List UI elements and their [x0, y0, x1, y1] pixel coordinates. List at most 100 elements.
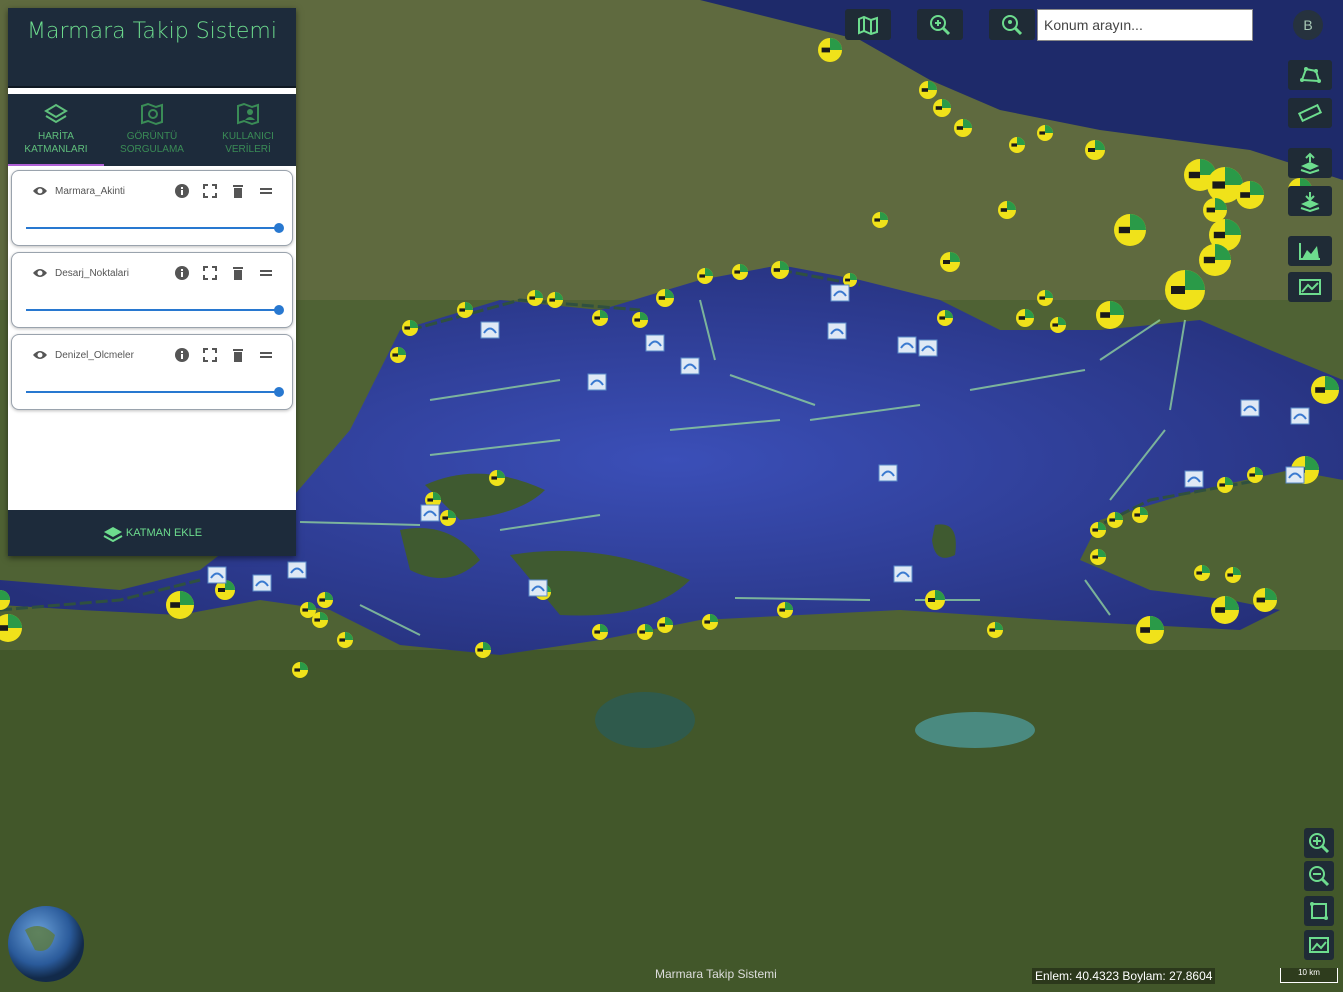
overview-icon [1309, 937, 1329, 953]
marker-slice [659, 623, 665, 627]
marker-slice [845, 278, 850, 282]
search-input[interactable] [1037, 9, 1253, 41]
measurement-marker[interactable] [1184, 470, 1204, 488]
add-layer-button[interactable]: KATMAN EKLE [8, 510, 296, 556]
measurement-marker[interactable] [480, 321, 500, 339]
opacity-slider[interactable] [26, 223, 284, 233]
delete-icon[interactable] [230, 265, 246, 281]
info-icon[interactable] [174, 183, 190, 199]
tab-user-data[interactable]: KULLANICI VERİLERİ [200, 94, 296, 166]
delete-icon[interactable] [230, 183, 246, 199]
full-extent-button[interactable] [1304, 896, 1334, 926]
delete-icon[interactable] [230, 347, 246, 363]
image-map-icon [1299, 279, 1321, 295]
layer-card: Marmara_Akinti [11, 170, 293, 246]
marker-slice [658, 296, 665, 300]
tab-label: KULLANICI VERİLERİ [222, 131, 274, 155]
tab-bar: HARİTA KATMANLARI GÖRÜNTÜ SORGULAMA KULL… [8, 94, 296, 166]
layer-up-button[interactable] [1288, 148, 1332, 178]
measurement-marker[interactable] [528, 579, 548, 597]
tab-image-query[interactable]: GÖRÜNTÜ SORGULAMA [104, 94, 200, 166]
slider-knob[interactable] [274, 387, 284, 397]
basemap-button[interactable] [845, 9, 891, 40]
user-data-icon [237, 102, 259, 126]
zoom-to-extent-icon[interactable] [202, 183, 218, 199]
measurement-marker[interactable] [587, 373, 607, 391]
location-search-button[interactable] [989, 9, 1035, 40]
ruler-icon [1298, 103, 1322, 123]
marker-slice [594, 630, 600, 634]
marker-slice [1249, 473, 1255, 477]
zoom-search-button[interactable] [917, 9, 963, 40]
panel-header: Marmara Takip Sistemi [8, 8, 296, 88]
drag-handle-icon[interactable] [258, 347, 274, 363]
location-search-icon [1002, 14, 1023, 35]
eye-icon[interactable] [32, 349, 48, 361]
zoom-search-icon [930, 14, 951, 35]
slider-knob[interactable] [274, 223, 284, 233]
slider-knob[interactable] [274, 305, 284, 315]
zoom-out-button[interactable] [1304, 861, 1334, 891]
marker-slice [459, 308, 465, 312]
measurement-marker[interactable] [420, 504, 440, 522]
image-layer-button[interactable] [1288, 272, 1332, 302]
eye-icon[interactable] [32, 267, 48, 279]
layers-icon [44, 103, 68, 124]
map-search-icon [141, 102, 163, 126]
marker-slice [549, 298, 555, 302]
map-icon [858, 15, 878, 35]
zoom-to-extent-icon[interactable] [202, 347, 218, 363]
marker-slice [874, 218, 880, 222]
opacity-slider[interactable] [26, 387, 284, 397]
zoom-in-button[interactable] [1304, 828, 1334, 858]
layer-name: Marmara_Akinti [55, 186, 126, 197]
measurement-marker[interactable] [252, 574, 272, 592]
marker-slice [1219, 483, 1225, 487]
measurement-marker[interactable] [827, 322, 847, 340]
overview-map-button[interactable] [1304, 930, 1334, 960]
measurement-marker[interactable] [1290, 407, 1310, 425]
marker-slice [699, 274, 705, 278]
info-icon[interactable] [174, 265, 190, 281]
marker-slice [1092, 528, 1098, 532]
zoom-in-icon [1309, 833, 1330, 854]
zoom-to-extent-icon[interactable] [202, 265, 218, 281]
measurement-marker[interactable] [1240, 399, 1260, 417]
layer-name: Denizel_Olcmeler [55, 350, 134, 361]
measurement-marker[interactable] [918, 339, 938, 357]
eye-icon[interactable] [32, 185, 48, 197]
drag-handle-icon[interactable] [258, 183, 274, 199]
layer-down-button[interactable] [1288, 186, 1332, 216]
marker-slice [1213, 231, 1225, 239]
marker-slice [734, 270, 740, 274]
measurement-marker[interactable] [645, 334, 665, 352]
marker-slice [956, 126, 963, 130]
chart-button[interactable] [1288, 236, 1332, 266]
draw-polygon-button[interactable] [1288, 60, 1332, 90]
measurement-marker[interactable] [893, 565, 913, 583]
marker-slice [319, 598, 325, 602]
user-avatar[interactable]: B [1293, 10, 1323, 40]
tab-map-layers[interactable]: HARİTA KATMANLARI [8, 94, 104, 166]
marker-slice [1118, 226, 1130, 234]
measurement-marker[interactable] [287, 561, 307, 579]
marker-slice [491, 476, 497, 480]
marker-slice [1203, 256, 1215, 264]
measurement-marker[interactable] [878, 464, 898, 482]
measurement-marker[interactable] [207, 566, 227, 584]
polygon-icon [1300, 67, 1321, 83]
marker-slice [821, 47, 830, 53]
map-attribution: Marmara Takip Sistemi [655, 967, 777, 981]
marker-slice [1011, 143, 1017, 147]
marker-slice [928, 598, 935, 602]
measurement-marker[interactable] [897, 336, 917, 354]
measure-button[interactable] [1288, 98, 1332, 128]
drag-handle-icon[interactable] [258, 265, 274, 281]
measurement-marker[interactable] [830, 284, 850, 302]
opacity-slider[interactable] [26, 305, 284, 315]
info-icon[interactable] [174, 347, 190, 363]
marker-slice [442, 516, 448, 520]
marker-slice [935, 106, 942, 110]
measurement-marker[interactable] [680, 357, 700, 375]
measurement-marker[interactable] [1285, 466, 1305, 484]
